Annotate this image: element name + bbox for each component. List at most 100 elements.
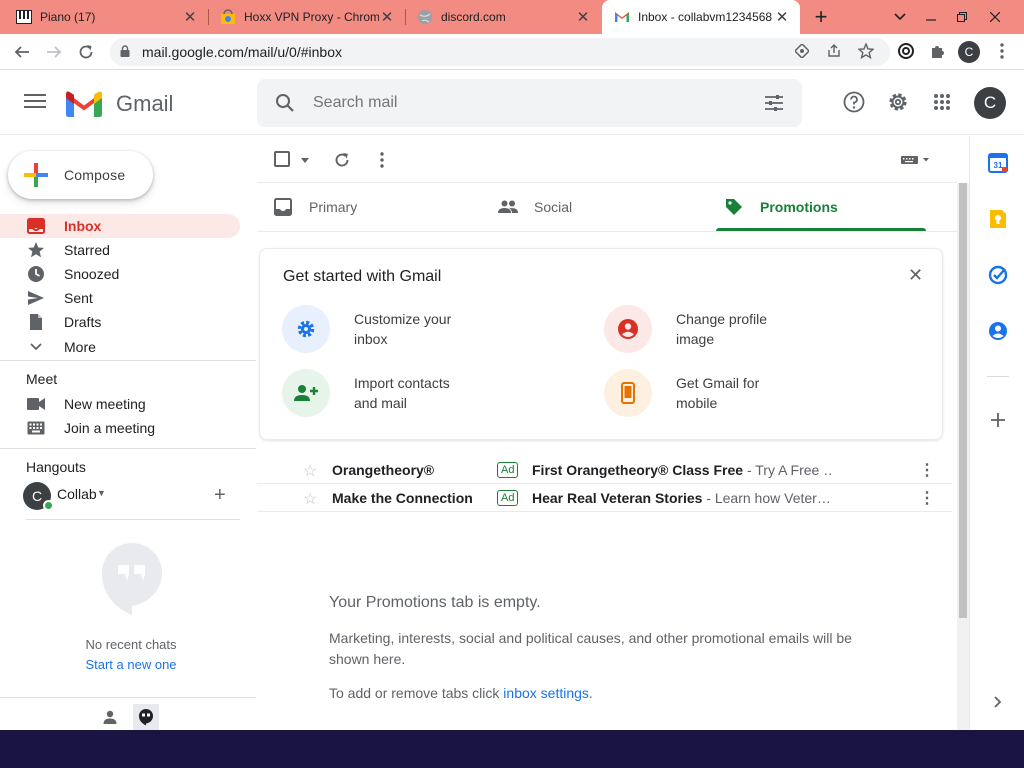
- contacts-icon[interactable]: [987, 320, 1009, 342]
- calendar-icon[interactable]: 31: [987, 152, 1009, 174]
- minimize-window-icon[interactable]: [915, 0, 947, 34]
- new-tab-button[interactable]: +: [805, 0, 837, 34]
- sidebar-item-snoozed[interactable]: Snoozed: [0, 262, 240, 286]
- inbox-settings-link[interactable]: inbox settings: [503, 685, 589, 701]
- hangouts-bottom-bar: [0, 697, 256, 730]
- apps-grid-icon[interactable]: [930, 90, 954, 114]
- bookmark-star-icon[interactable]: [856, 41, 876, 61]
- more-actions-kebab-icon[interactable]: [370, 148, 394, 172]
- input-tools-keyboard-icon[interactable]: [897, 148, 933, 172]
- sidebar-item-inbox[interactable]: Inbox: [0, 214, 240, 238]
- tab-social[interactable]: Social: [498, 183, 572, 231]
- hide-side-panel-chevron-icon[interactable]: [987, 691, 1009, 713]
- get-started-card: Get started with Gmail ✕ Customize your i…: [259, 248, 943, 440]
- star-outline-icon[interactable]: ☆: [303, 489, 317, 509]
- search-icon[interactable]: [257, 93, 313, 113]
- hangouts-user-name[interactable]: Collab: [57, 486, 97, 502]
- back-arrow-icon[interactable]: [10, 40, 34, 64]
- search-options-tune-icon[interactable]: [746, 94, 802, 112]
- gmail-logo-icon[interactable]: [66, 90, 102, 120]
- tab-primary[interactable]: Primary: [273, 183, 357, 231]
- close-tab-icon[interactable]: ✕: [182, 8, 198, 26]
- restore-window-icon[interactable]: [946, 0, 978, 34]
- search-input[interactable]: [313, 94, 746, 112]
- feature-import-contacts[interactable]: Import contacts and mail: [282, 369, 484, 417]
- tab-label: Promotions: [760, 199, 838, 215]
- help-icon[interactable]: [842, 90, 866, 114]
- get-addons-plus-icon[interactable]: [987, 409, 1009, 431]
- sidebar-item-sent[interactable]: Sent: [0, 286, 240, 310]
- get-started-title: Get started with Gmail: [283, 268, 442, 285]
- hangouts-quote-bubble-icon: [101, 542, 163, 619]
- main-menu-hamburger-icon[interactable]: [24, 91, 46, 113]
- tab-search-chevron-icon[interactable]: [884, 0, 916, 34]
- feature-text: Change profile image: [676, 311, 768, 347]
- empty-state-description: Marketing, interests, social and politic…: [329, 630, 852, 667]
- new-conversation-plus-icon[interactable]: +: [214, 484, 226, 507]
- share-icon[interactable]: [824, 41, 844, 61]
- close-window-icon[interactable]: [979, 0, 1011, 34]
- hangouts-chat-icon[interactable]: [133, 704, 159, 730]
- ad-row[interactable]: ☆ Orangetheory® Ad First Orangetheory® C…: [257, 456, 952, 484]
- extensions-puzzle-icon[interactable]: [928, 41, 948, 61]
- sidebar-item-drafts[interactable]: Drafts: [0, 310, 240, 334]
- ad-badge: Ad: [497, 462, 519, 478]
- compose-plus-icon: [8, 162, 64, 188]
- ad-row[interactable]: ☆ Make the Connection Ad Hear Real Veter…: [257, 484, 952, 512]
- tasks-icon[interactable]: [987, 264, 1009, 286]
- sidebar-item-new-meeting[interactable]: New meeting: [0, 392, 240, 416]
- os-taskbar: [0, 730, 1024, 768]
- browser-profile-avatar[interactable]: C: [958, 41, 980, 63]
- forward-arrow-icon[interactable]: [42, 40, 66, 64]
- contacts-person-icon[interactable]: [97, 704, 123, 730]
- sidebar-item-more[interactable]: More: [0, 335, 240, 359]
- install-app-icon[interactable]: [792, 41, 812, 61]
- browser-menu-kebab-icon[interactable]: [992, 41, 1012, 61]
- chrome-web-store-favicon: [220, 9, 236, 25]
- close-icon[interactable]: ✕: [908, 265, 923, 286]
- start-new-chat-link[interactable]: Start a new one: [0, 657, 262, 672]
- sidebar-item-label: Starred: [64, 242, 110, 258]
- vpn-extension-icon[interactable]: [896, 41, 916, 61]
- sidebar-item-starred[interactable]: Starred: [0, 238, 240, 262]
- compose-button[interactable]: Compose: [8, 151, 153, 199]
- people-icon: [498, 197, 518, 217]
- vertical-scrollbar[interactable]: [957, 183, 969, 730]
- browser-tab-bar: Piano (17) ✕ Hoxx VPN Proxy - Chrom ✕ di…: [0, 0, 1024, 34]
- ad-more-kebab-icon[interactable]: ⋮: [919, 488, 935, 508]
- feature-gmail-mobile[interactable]: Get Gmail for mobile: [604, 369, 806, 417]
- inbox-tray-icon: [273, 197, 293, 217]
- feature-customize-inbox[interactable]: Customize your inbox: [282, 305, 484, 353]
- ad-more-kebab-icon[interactable]: ⋮: [919, 460, 935, 480]
- star-icon: [26, 240, 46, 260]
- browser-tab-piano[interactable]: Piano (17) ✕: [4, 0, 208, 34]
- sidebar-item-join-meeting[interactable]: Join a meeting: [0, 416, 240, 440]
- address-bar[interactable]: mail.google.com/mail/u/0/#inbox: [110, 38, 890, 66]
- star-outline-icon[interactable]: ☆: [303, 461, 317, 481]
- browser-tab-title: discord.com: [441, 10, 506, 24]
- feature-text: Import contacts and mail: [354, 375, 450, 411]
- reload-icon[interactable]: [74, 40, 98, 64]
- close-tab-icon[interactable]: ✕: [774, 8, 790, 26]
- status-caret-icon[interactable]: ▼: [97, 488, 106, 498]
- account-circle-icon: [604, 305, 652, 353]
- scrollbar-thumb[interactable]: [959, 183, 967, 618]
- feature-text: Get Gmail for mobile: [676, 375, 760, 411]
- piano-favicon: [16, 9, 32, 25]
- sidebar-item-label: Drafts: [64, 314, 102, 330]
- refresh-icon[interactable]: [330, 148, 354, 172]
- feature-change-profile[interactable]: Change profile image: [604, 305, 806, 353]
- browser-tab-inbox[interactable]: Inbox - collabvm1234568 ✕: [602, 0, 800, 34]
- settings-gear-icon[interactable]: [886, 90, 910, 114]
- clock-icon: [26, 264, 46, 284]
- keep-notes-icon[interactable]: [987, 208, 1009, 230]
- select-all-checkbox[interactable]: [274, 151, 290, 167]
- account-avatar[interactable]: C: [974, 87, 1006, 119]
- tab-promotions[interactable]: Promotions: [724, 183, 838, 231]
- close-tab-icon[interactable]: ✕: [575, 8, 591, 26]
- close-tab-icon[interactable]: ✕: [379, 8, 395, 26]
- online-status-dot: [43, 500, 54, 511]
- browser-tab-hoxx[interactable]: Hoxx VPN Proxy - Chrom ✕: [208, 0, 405, 34]
- browser-tab-discord[interactable]: discord.com ✕: [405, 0, 601, 34]
- select-menu-caret-icon[interactable]: [293, 148, 317, 172]
